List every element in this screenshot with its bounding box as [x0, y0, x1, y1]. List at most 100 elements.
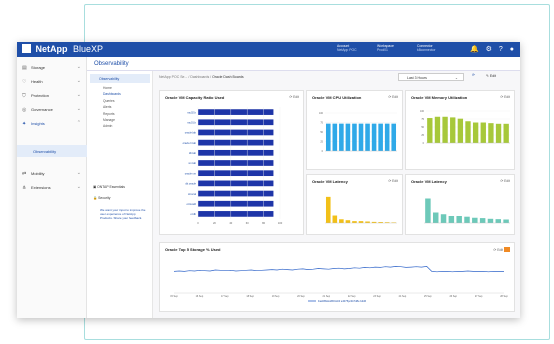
bar — [378, 123, 383, 151]
tick-label: 16 Sep — [196, 295, 204, 298]
breadcrumb-current: Oracle Dash Boards — [212, 75, 244, 79]
bar — [503, 219, 509, 223]
bar — [472, 217, 478, 223]
bar — [198, 211, 274, 217]
tick-label: oracle.vm — [185, 171, 196, 175]
feedback-note[interactable]: We want your input to improve the user e… — [100, 208, 148, 220]
cpu-chart: 0 25 50 75 100 — [319, 112, 397, 153]
tick-label: db.oracle — [185, 182, 196, 186]
tick-label: oracle.h.lab — [183, 141, 197, 145]
panel-latency-2: Oracle VM Latency ⟳ Edit — [405, 174, 515, 235]
tick-label: 50 — [320, 131, 323, 134]
tick-label: 75 — [320, 122, 323, 125]
nav-label: Insights — [31, 121, 45, 126]
page-title: Observability — [94, 61, 129, 67]
bar — [358, 221, 364, 223]
tick-label: 100 — [319, 112, 324, 115]
time-range-select[interactable]: Last 3 Hours ⌄ — [398, 73, 464, 81]
brand-name: NetApp — [35, 44, 68, 54]
bar — [345, 220, 351, 223]
bar — [325, 196, 331, 223]
bulb-icon: ✦ — [22, 121, 27, 127]
bar — [365, 221, 370, 223]
tick-label: 0 — [322, 150, 324, 153]
bar — [198, 149, 274, 156]
bar — [391, 123, 397, 151]
observability-header-label: Observability — [99, 76, 120, 81]
bar — [448, 216, 455, 223]
refresh-icon[interactable]: ⟳ — [472, 73, 475, 77]
bar — [358, 123, 364, 151]
connector-selector[interactable]: Connector k8connector — [417, 44, 435, 52]
bar — [198, 139, 274, 146]
observability-menu: Home Dashboards Queries Alerts Reports M… — [103, 86, 121, 131]
nav-protection[interactable]: ⛉ Protection ⌄ — [17, 89, 87, 103]
bar — [480, 122, 486, 143]
bar — [464, 216, 470, 223]
nav-insights[interactable]: ✦ Insights ⌃ — [17, 117, 87, 131]
breadcrumb: NetApp POC Se... / Dashboards / Oracle D… — [159, 75, 244, 79]
product-name: BlueXP — [73, 44, 104, 54]
bar — [352, 123, 357, 151]
chevron-down-icon: ⌄ — [76, 78, 81, 84]
dashboard-main: NetApp POC Se... / Dashboards / Oracle D… — [153, 71, 520, 318]
nav-sub-label: Observability — [33, 149, 57, 154]
app-window: NetApp BlueXP Account NetApp POC Workspa… — [17, 42, 520, 318]
gear-icon[interactable]: ⚙ — [486, 46, 492, 53]
memory-chart: 0 25 50 75 100 — [420, 110, 510, 145]
account-selector[interactable]: Account NetApp POC — [337, 44, 357, 52]
chevron-up-icon: ⌃ — [76, 120, 81, 126]
edit-dashboard-button[interactable]: ✎ Edit — [486, 74, 496, 78]
ontap-essentials[interactable]: ▣ ONTAP Essentials — [93, 185, 125, 189]
tick-label: 22 Sep — [348, 295, 356, 298]
help-icon[interactable]: ? — [499, 46, 503, 53]
bar — [457, 118, 464, 143]
panel-capacity: Oracle VM Capacity Ratio Used ⟳ Edit rac… — [159, 90, 304, 235]
tick-label: 80 — [262, 221, 265, 225]
top-bar: NetApp BlueXP Account NetApp POC Workspa… — [17, 42, 520, 57]
bar — [488, 123, 494, 143]
workspace-selector[interactable]: Workspace Prod01 — [377, 44, 394, 52]
bar — [432, 212, 439, 223]
netapp-logo-icon — [22, 44, 31, 53]
bar — [487, 218, 494, 223]
tick-label: 28 Sep — [500, 295, 508, 298]
observability-header[interactable]: Observability — [90, 74, 150, 83]
breadcrumb-dashboards[interactable]: Dashboards — [190, 75, 209, 79]
user-icon[interactable]: ● — [510, 46, 514, 53]
tick-label: 50 — [421, 126, 424, 129]
nav-label: Health — [31, 79, 43, 84]
shield-icon: ⛉ — [22, 93, 26, 99]
nav-governance[interactable]: ◎ Governance ⌄ — [17, 103, 87, 117]
nav-storage[interactable]: ▤ Storage ⌄ — [17, 61, 87, 75]
tick-label: 27 Sep — [475, 295, 483, 298]
tick-label: 19 Sep — [272, 295, 280, 298]
bar — [352, 221, 357, 223]
mobility-icon: ⇄ — [22, 171, 27, 177]
tick-label: 25 — [421, 134, 424, 137]
tick-label: 26 Sep — [449, 295, 457, 298]
nav-mobility[interactable]: ⇄ Mobility ⌄ — [17, 167, 87, 181]
panel-cpu: Oracle VM CPU Utilization ⟳ Edit 0 25 50 75… — [306, 90, 403, 170]
workspace-value: Prod01 — [377, 48, 388, 52]
bell-icon[interactable]: 🔔 — [470, 46, 479, 53]
nav-health[interactable]: ♡ Health ⌄ — [17, 75, 87, 89]
bar — [456, 216, 462, 223]
bar — [465, 121, 471, 143]
bar — [427, 118, 433, 143]
bar — [365, 123, 370, 151]
tick-label: db.lab — [189, 151, 197, 155]
account-value: NetApp POC — [337, 48, 357, 52]
bar — [198, 119, 274, 126]
nav-extensions[interactable]: ⋔ Extensions ⌄ — [17, 181, 87, 195]
bar — [339, 123, 344, 151]
menu-admin[interactable]: Admin — [103, 124, 121, 130]
tick-label: 100 — [278, 221, 283, 225]
governance-icon: ◎ — [22, 107, 27, 113]
top-icons: 🔔 ⚙ ? ● — [465, 45, 514, 53]
security[interactable]: 🔒 Security — [93, 196, 110, 200]
bar — [198, 170, 274, 177]
brand-logo[interactable]: NetApp BlueXP — [22, 44, 103, 54]
breadcrumb-root[interactable]: NetApp POC Se... — [159, 75, 187, 79]
nav-observability[interactable]: Observability — [17, 145, 87, 157]
